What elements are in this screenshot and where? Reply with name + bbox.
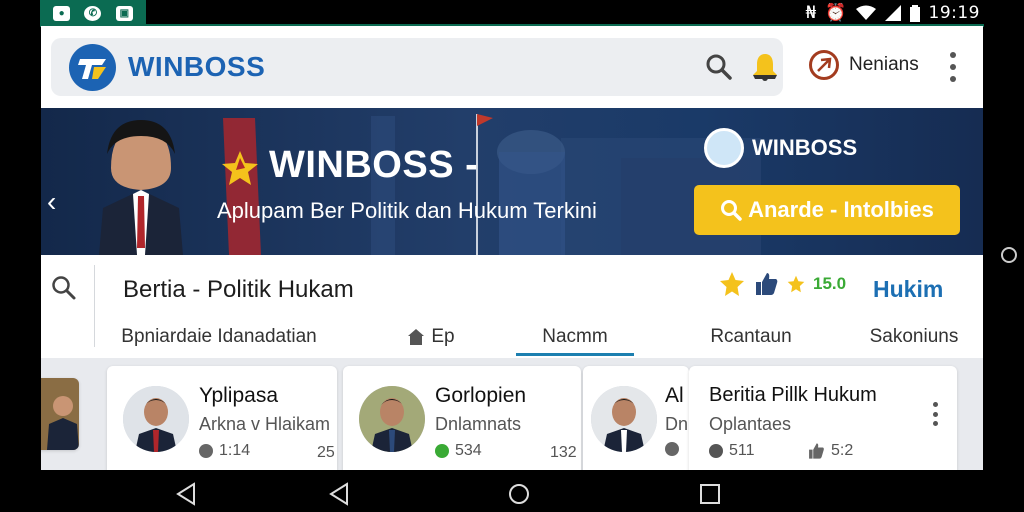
search-icon[interactable] [51,275,77,301]
card-thumbnail [47,396,79,450]
banner-cta-button[interactable]: Anarde - Intolbies [694,185,960,235]
clock-icon [435,444,449,458]
thumbs-up-icon[interactable] [753,271,779,297]
news-card[interactable]: Al Dn [583,366,689,470]
banner-prev-icon[interactable]: ‹ [47,186,63,217]
notification-bell-icon[interactable] [749,51,781,83]
news-card[interactable]: Yplipasa Arkna v Hlaikam 1:14 25 [107,366,337,470]
login-button[interactable]: Nenians [809,50,919,80]
card-meta: 511 [709,442,755,460]
battery-icon [909,4,920,22]
card-title: Al [665,384,684,407]
alarm-icon: ⏰ [825,3,847,23]
card-time: 1:14 [219,442,251,459]
tab-sakoniuns[interactable]: Sakoniuns [853,315,975,358]
globe-icon [704,128,744,168]
hero-banner[interactable]: ‹ WINBOSS - Aplupam Ber Politik dan Huku… [41,108,983,255]
card-subtitle: Dnlamnats [435,414,522,434]
side-indicator-icon [1001,247,1017,263]
login-label: Nenians [849,54,919,75]
card-subtitle: Oplantaes [709,414,792,434]
card-count: 132 [550,444,577,461]
recents-icon[interactable] [698,482,722,506]
card-title: Gorlopien [435,384,527,407]
login-icon [809,50,839,80]
more-menu-icon[interactable] [946,52,960,82]
status-left-group: ● ✆ ▣ [40,0,146,26]
back-alt-icon[interactable] [327,482,351,506]
tab-bpniardaie[interactable]: Bpniardaie Idanadatian [121,315,317,358]
section-tools: 15.0 [719,271,846,297]
card-count: 25 [317,444,335,461]
status-time: 19:19 [928,3,980,23]
banner-logo-text: WINBOSS [752,135,858,160]
tab-rcantaun[interactable]: Rcantaun [699,315,803,358]
banner-subtitle: Aplupam Ber Politik dan Hukum Terkini [217,198,597,223]
card-more-icon[interactable] [933,402,939,426]
tab-ep[interactable]: Ep [401,315,461,358]
card-meta: 1:14 [199,442,250,460]
search-icon[interactable] [705,53,733,81]
home-icon [408,328,425,345]
wifi-icon [855,5,876,20]
system-nav-bar [0,470,1024,512]
logo-icon[interactable] [69,44,116,91]
card-title: Yplipasa [199,384,278,407]
header-bar: WINBOSS [51,38,783,96]
star-icon[interactable] [719,271,745,297]
category-tabs: Bpniardaie Idanadatian Ep Nacmm Rcantaun… [41,315,983,358]
card-meta [665,442,679,456]
avatar [123,386,189,452]
clock-icon [665,442,679,456]
card-views: 534 [455,442,482,459]
nfc-icon: ₦ [805,3,817,23]
card-likes: 5:2 [807,442,853,460]
tab-nacmm[interactable]: Nacmm [516,315,634,358]
clock-icon [199,444,213,458]
app-header: WINBOSS Nenians [41,26,983,108]
avatar [591,386,657,452]
avatar [359,386,425,452]
home-icon[interactable] [507,482,531,506]
card-like-count: 5:2 [831,442,854,459]
whatsapp-icon: ✆ [84,5,102,21]
star-icon [222,151,258,185]
card-meta: 534 [435,442,482,460]
device-frame: ● ✆ ▣ ₦ ⏰ 19:19 WINBOSS Nenians ‹ WINBOS… [0,0,1024,512]
rating-value: 15.0 [813,274,847,293]
section-title: Bertia - Politik Hukam [123,276,354,303]
status-bar: ● ✆ ▣ ₦ ⏰ 19:19 [0,0,1024,26]
search-icon [721,200,742,221]
status-right-group: ₦ ⏰ 19:19 [806,2,981,24]
pin-icon [709,444,723,458]
message-icon: ▣ [115,5,133,21]
section-header: Bertia - Politik Hukam 15.0 Hukim Bpniar… [41,255,983,358]
thumbs-up-icon [809,443,824,459]
card-title: Beritia Pillk Hukum [709,384,877,406]
signal-icon [884,5,901,21]
banner-title: WINBOSS - [269,144,479,186]
banner-cta-label: Anarde - Intolbies [748,197,934,222]
news-card[interactable]: Gorlopien Dnlamnats 534 132 [343,366,581,470]
card-subtitle: Dn [665,414,689,434]
logo-text[interactable]: WINBOSS [128,51,265,83]
notification-icon: ● [53,5,71,21]
news-card-partial[interactable] [41,378,79,450]
banner-logo: WINBOSS [704,128,857,168]
tab-ep-label: Ep [431,325,455,347]
app-viewport: WINBOSS Nenians ‹ WINBOSS - Aplupam Ber … [41,26,983,470]
card-subtitle: Arkna v Hlaikam [199,414,331,434]
section-link[interactable]: Hukim [873,276,943,303]
star-small-icon [787,275,805,293]
news-card-list: Yplipasa Arkna v Hlaikam 1:14 25 Gorlopi… [41,358,983,470]
card-views: 511 [729,442,755,459]
news-card[interactable]: Beritia Pillk Hukum Oplantaes 511 5:2 [689,366,957,470]
back-icon[interactable] [174,482,198,506]
